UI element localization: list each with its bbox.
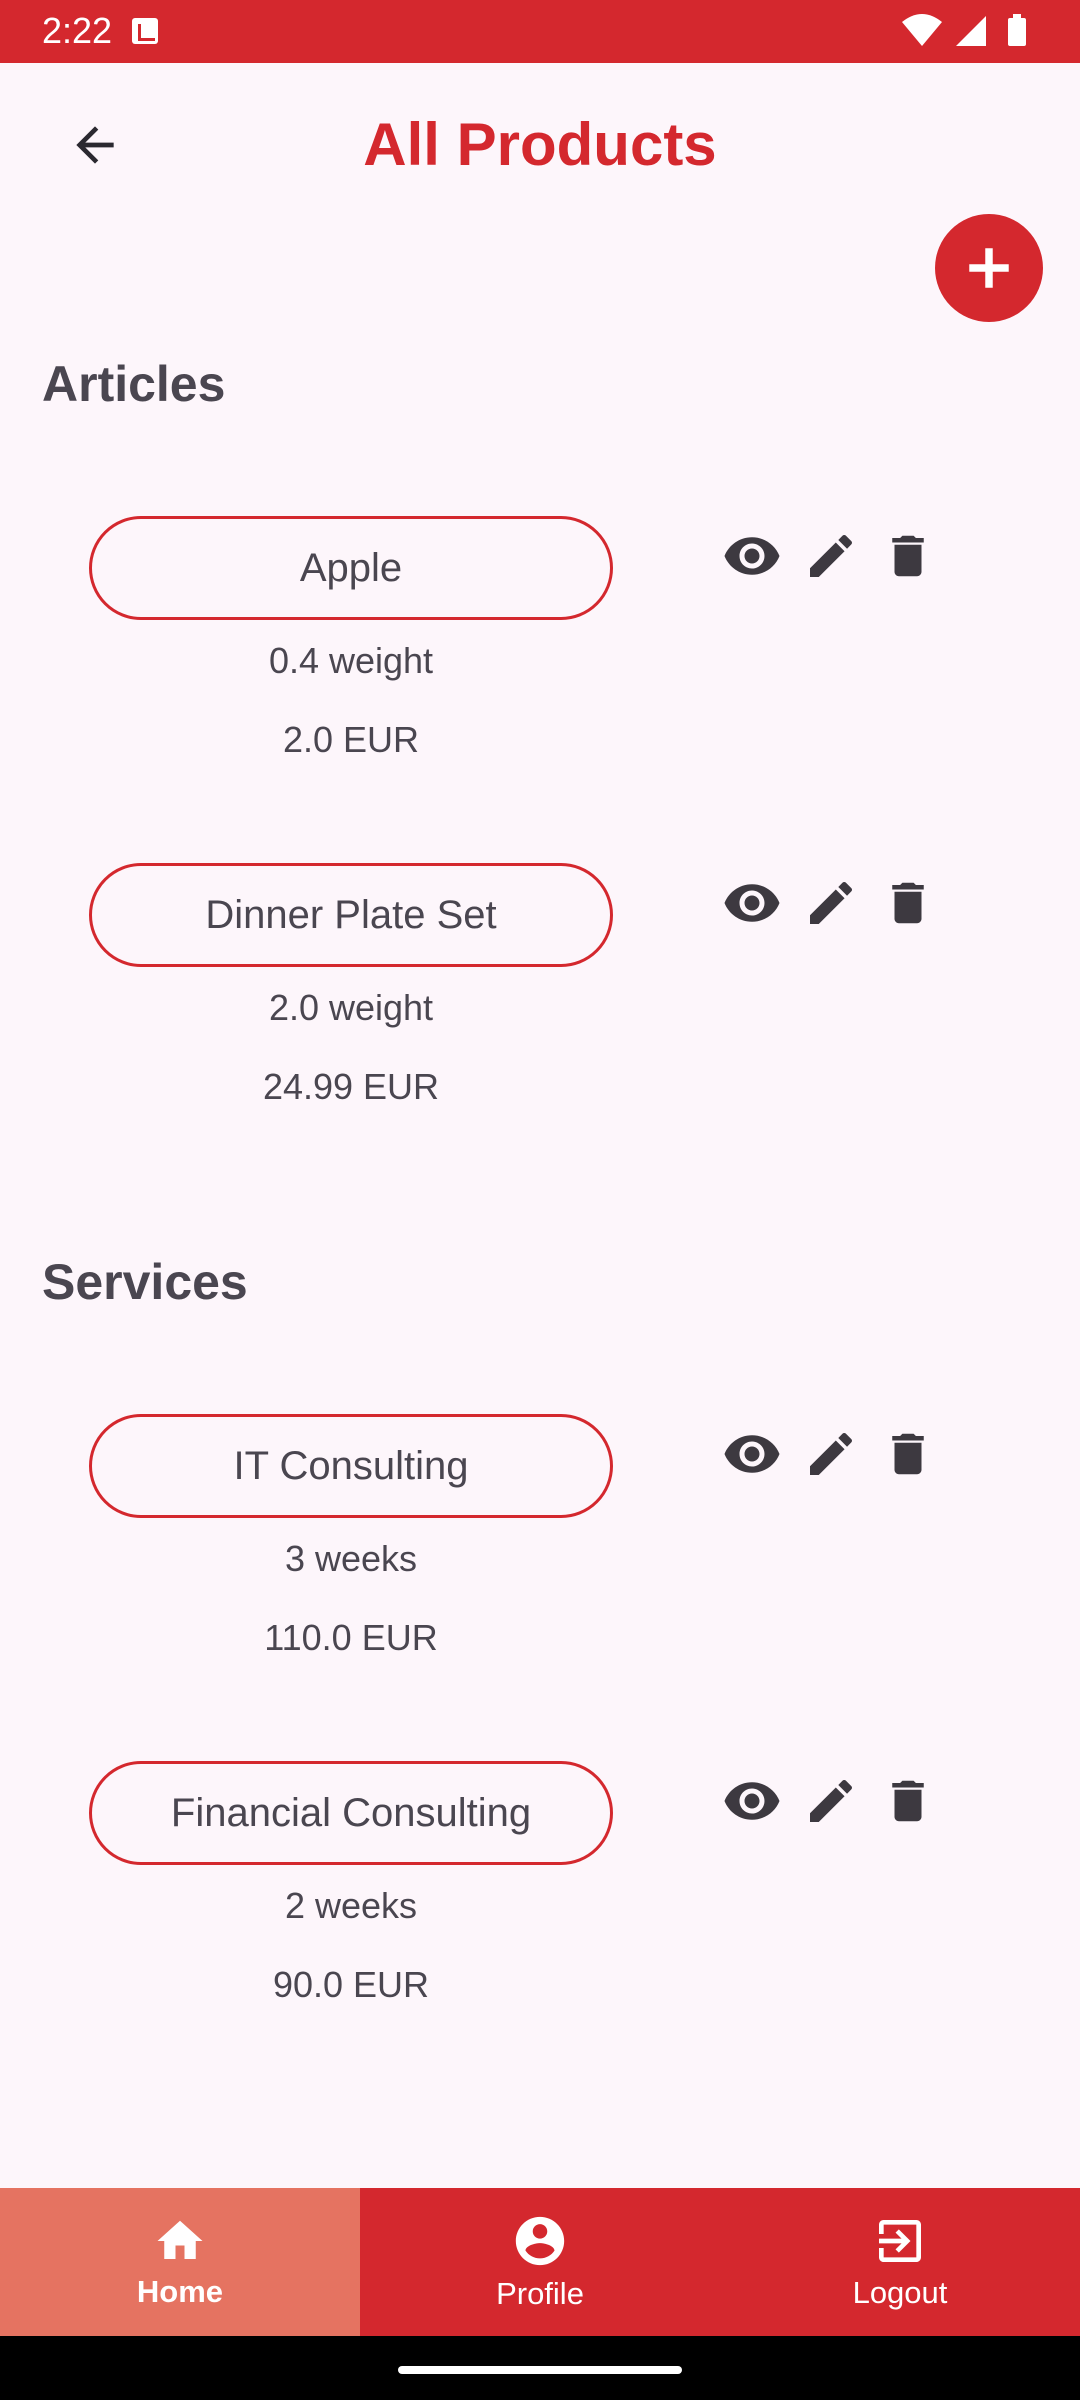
nav-profile-label: Profile: [496, 2276, 584, 2311]
wifi-icon: [902, 14, 942, 46]
product-card: IT Consulting 3 weeks 110.0 EUR: [0, 1414, 1080, 1674]
trash-icon: [892, 1780, 924, 1822]
view-button[interactable]: [722, 1771, 782, 1831]
gesture-handle[interactable]: [398, 2366, 682, 2374]
signal-icon: [956, 16, 986, 46]
product-name-button[interactable]: IT Consulting: [89, 1414, 613, 1518]
logout-icon: [879, 2220, 921, 2262]
product-actions: [722, 526, 938, 586]
product-price: 24.99 EUR: [262, 1066, 440, 1107]
edit-button[interactable]: [801, 1771, 861, 1831]
page-title: All Products: [363, 111, 717, 178]
product-name-button[interactable]: Financial Consulting: [89, 1761, 613, 1865]
pencil-icon: [810, 881, 853, 924]
trash-icon: [892, 535, 924, 577]
battery-icon: [1008, 14, 1026, 46]
product-price: 110.0 EUR: [264, 1617, 438, 1658]
product-detail: 0.4 weight: [268, 640, 434, 681]
pencil-icon: [810, 1779, 853, 1822]
eye-icon: [724, 1435, 780, 1473]
product-actions: [722, 873, 938, 933]
eye-icon: [724, 884, 780, 922]
add-product-button[interactable]: [935, 214, 1043, 322]
nav-logout-label: Logout: [852, 2275, 948, 2310]
product-card: Apple 0.4 weight 2.0 EUR: [0, 516, 1080, 776]
screen: 2:22 All Products Articles Apple 0.4 wei…: [0, 0, 1080, 2400]
eye-icon: [724, 537, 780, 575]
product-detail: 2.0 weight: [268, 987, 434, 1028]
services-heading: Services: [42, 1254, 248, 1310]
product-actions: [722, 1424, 938, 1484]
nav-profile[interactable]: Profile: [360, 2188, 720, 2336]
product-detail: 2 weeks: [284, 1885, 418, 1926]
status-time: 2:22: [42, 10, 113, 51]
home-icon: [157, 2220, 203, 2259]
delete-button[interactable]: [878, 1424, 938, 1484]
edit-button[interactable]: [801, 873, 861, 933]
pencil-icon: [810, 1432, 853, 1475]
trash-icon: [892, 1433, 924, 1475]
nav-home[interactable]: Home: [0, 2188, 360, 2336]
product-card: Dinner Plate Set 2.0 weight 24.99 EUR: [0, 863, 1080, 1123]
product-actions: [722, 1771, 938, 1831]
nav-home-label: Home: [136, 2274, 224, 2309]
product-price: 2.0 EUR: [282, 719, 420, 760]
trash-icon: [892, 882, 924, 924]
bottom-nav: Home Profile Logout: [0, 2188, 1080, 2336]
status-bar: 2:22: [0, 0, 1080, 63]
delete-button[interactable]: [878, 873, 938, 933]
plus-icon: [969, 248, 1009, 288]
edit-button[interactable]: [801, 526, 861, 586]
delete-button[interactable]: [878, 1771, 938, 1831]
product-card: Financial Consulting 2 weeks 90.0 EUR: [0, 1761, 1080, 2021]
view-button[interactable]: [722, 873, 782, 933]
edit-button[interactable]: [801, 1424, 861, 1484]
status-icons: [900, 12, 1050, 52]
articles-heading: Articles: [42, 356, 226, 412]
product-name-button[interactable]: Apple: [89, 516, 613, 620]
app-notification-icon: [132, 18, 158, 44]
nav-logout[interactable]: Logout: [720, 2188, 1080, 2336]
pencil-icon: [810, 534, 853, 577]
product-name-button[interactable]: Dinner Plate Set: [89, 863, 613, 967]
view-button[interactable]: [722, 526, 782, 586]
delete-button[interactable]: [878, 526, 938, 586]
profile-icon: [515, 2216, 565, 2266]
product-detail: 3 weeks: [284, 1538, 418, 1579]
view-button[interactable]: [722, 1424, 782, 1484]
product-price: 90.0 EUR: [272, 1964, 430, 2005]
eye-icon: [724, 1782, 780, 1820]
